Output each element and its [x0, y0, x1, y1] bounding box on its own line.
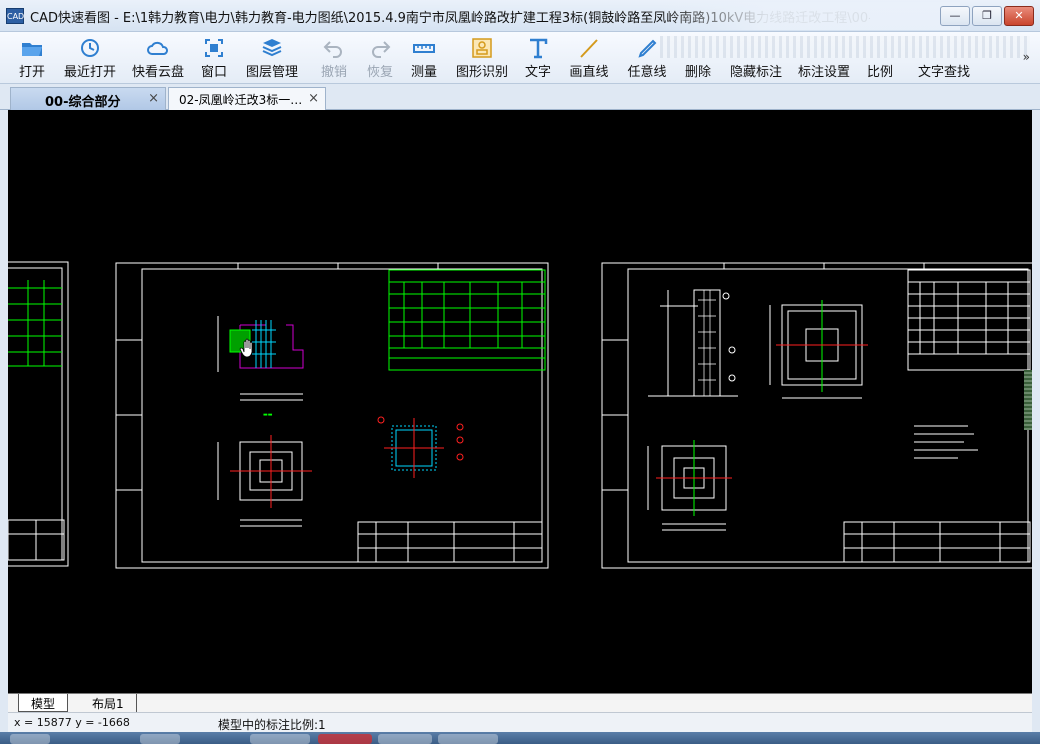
- cloud-icon: [147, 41, 168, 55]
- main-toolbar: 打开 最近打开 快看云盘 窗口 图层管理 撤销 恢复 测量 图形识别 文字 画直…: [0, 32, 1040, 84]
- minimize-button[interactable]: —: [940, 6, 970, 26]
- window-button[interactable]: 窗口: [196, 35, 232, 81]
- os-taskbar: [0, 732, 1040, 744]
- text-search-icon: [932, 37, 956, 59]
- delete-icon: [686, 37, 710, 59]
- measure-button[interactable]: 测量: [406, 35, 442, 81]
- cursor-coordinates: x = 15877 y = -1668: [14, 716, 130, 729]
- tab-close-icon[interactable]: ×: [148, 91, 159, 106]
- annotation-settings-button[interactable]: 标注设置: [794, 35, 854, 81]
- undo-button[interactable]: 撤销: [316, 35, 352, 81]
- tab-model[interactable]: 模型: [18, 694, 69, 712]
- annotation-scale: 模型中的标注比例:1: [218, 718, 326, 732]
- tab-00-overview[interactable]: 00-综合部分 ×: [10, 87, 166, 110]
- taskbar-item[interactable]: [378, 734, 432, 744]
- layout-tab-bar: 模型 布局1: [8, 693, 1032, 712]
- canvas-scroll-indicator[interactable]: [1024, 370, 1032, 430]
- hide-annotation-icon: [744, 37, 768, 59]
- shape-recognize-button[interactable]: 图形识别: [452, 35, 512, 81]
- scale-icon: [868, 37, 892, 59]
- toolbar-more-button[interactable]: »: [1023, 50, 1030, 64]
- sheet-right: [601, 262, 1032, 569]
- maximize-button[interactable]: ❐: [972, 6, 1002, 26]
- recent-open-button[interactable]: 最近打开: [60, 35, 120, 81]
- clock-history-icon: [81, 39, 99, 57]
- cad-drawing: ▬▬: [8, 261, 1032, 569]
- redo-button[interactable]: 恢复: [362, 35, 398, 81]
- layers-icon: [262, 39, 282, 57]
- tab-label: 00-综合部分: [45, 95, 121, 110]
- open-button[interactable]: 打开: [12, 35, 52, 81]
- taskbar-item[interactable]: [250, 734, 310, 744]
- document-tab-bar: 00-综合部分 × 02-凤凰岭迁改3标一… ×: [0, 84, 1040, 110]
- taskbar-item[interactable]: [318, 734, 372, 744]
- draw-line-button[interactable]: 画直线: [566, 35, 612, 81]
- tab-layout1[interactable]: 布局1: [80, 694, 137, 712]
- tab-02-relocation[interactable]: 02-凤凰岭迁改3标一… ×: [168, 87, 326, 110]
- folder-open-icon: [22, 43, 42, 56]
- title-fade: [660, 2, 960, 30]
- cloud-disk-button[interactable]: 快看云盘: [130, 35, 186, 81]
- window-controls: — ❐ ✕: [940, 6, 1034, 26]
- title-bar: CAD CAD快速看图 - E:\1韩力教育\电力\韩力教育-电力图纸\2015…: [0, 0, 1040, 32]
- sheet-middle: ▬▬: [115, 262, 549, 569]
- pen-icon: [638, 39, 657, 58]
- delete-button[interactable]: 删除: [680, 35, 716, 81]
- annotation-settings-icon: [812, 37, 836, 59]
- redo-icon: [372, 41, 391, 58]
- shape-recognize-icon: [472, 38, 492, 58]
- close-button[interactable]: ✕: [1004, 6, 1034, 26]
- scale-button[interactable]: 比例: [864, 35, 896, 81]
- cad-viewer-window: CAD CAD快速看图 - E:\1韩力教育\电力\韩力教育-电力图纸\2015…: [0, 0, 1040, 744]
- sheet-left-partial: [8, 261, 69, 567]
- text-icon: [530, 38, 548, 59]
- text-button[interactable]: 文字: [522, 35, 554, 81]
- taskbar-item[interactable]: [140, 734, 180, 744]
- taskbar-item[interactable]: [438, 734, 498, 744]
- tab-close-icon[interactable]: ×: [308, 91, 319, 106]
- app-logo-icon: CAD: [6, 8, 24, 24]
- ruler-icon: [413, 44, 435, 53]
- hide-annotation-button[interactable]: 隐藏标注: [726, 35, 786, 81]
- drawing-canvas[interactable]: ▬▬: [8, 110, 1032, 693]
- status-bar: x = 15877 y = -1668 模型中的标注比例:1: [8, 712, 1032, 732]
- line-icon: [580, 39, 598, 58]
- layer-manager-button[interactable]: 图层管理: [242, 35, 302, 81]
- text-search-button[interactable]: 文字查找: [914, 35, 974, 81]
- tab-label: 02-凤凰岭迁改3标一…: [179, 93, 303, 107]
- svg-text:▬▬: ▬▬: [263, 412, 273, 418]
- freehand-line-button[interactable]: 任意线: [624, 35, 670, 81]
- undo-icon: [323, 41, 342, 58]
- taskbar-start-button[interactable]: [10, 734, 50, 744]
- window-focus-icon: [205, 39, 223, 57]
